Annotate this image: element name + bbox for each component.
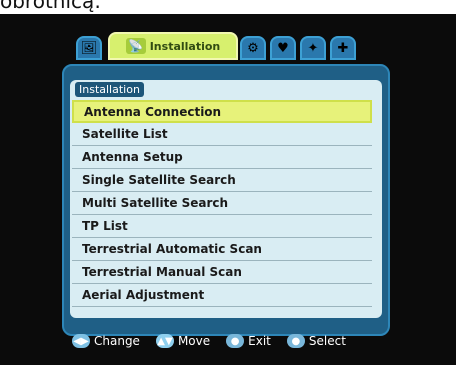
menu-item-satellite-list[interactable]: Satellite List — [72, 123, 372, 146]
left-right-arrows-icon: ◀▶ — [72, 334, 90, 348]
tools-icon: ✚ — [337, 40, 349, 56]
ok-key-icon: ● — [286, 334, 305, 348]
picture-icon: 🖼 — [80, 40, 98, 56]
menu-item-terrestrial-automatic-scan[interactable]: Terrestrial Automatic Scan — [72, 238, 372, 261]
tab-system[interactable]: ⚙ — [240, 36, 266, 60]
settings-icon: ✦ — [307, 40, 319, 56]
help-exit-label: Exit — [248, 334, 271, 348]
help-bar: ◀▶ Change ▲▼ Move ● Exit ● Select — [72, 332, 382, 350]
menu-item-single-satellite-search[interactable]: Single Satellite Search — [72, 169, 372, 192]
tv-screen: 🖼 📡 Installation ⚙ ♥ ✦ ✚ Installation An… — [0, 14, 456, 365]
tab-tools[interactable]: ✚ — [330, 36, 356, 60]
satellite-dish-icon: 📡 — [125, 38, 146, 54]
help-move-label: Move — [177, 334, 211, 348]
tab-settings[interactable]: ✦ — [300, 36, 326, 60]
exit-key-icon: ● — [226, 334, 245, 348]
menu-item-tp-list[interactable]: TP List — [72, 215, 372, 238]
menu-item-antenna-connection[interactable]: Antenna Connection — [72, 100, 372, 123]
menu-item-antenna-setup[interactable]: Antenna Setup — [72, 146, 372, 169]
caption: obrotnicą: — [0, 0, 200, 12]
system-icon: ⚙ — [247, 40, 259, 56]
help-move: ▲▼ Move — [155, 334, 211, 348]
menu-item-multi-satellite-search[interactable]: Multi Satellite Search — [72, 192, 372, 215]
help-change: ◀▶ Change — [72, 334, 140, 348]
tab-installation-label: Installation — [149, 39, 221, 53]
caption-text: obrotnicą: — [0, 0, 102, 12]
tab-installation[interactable]: 📡 Installation — [108, 32, 238, 60]
panel-title: Installation — [75, 82, 144, 97]
menu-item-terrestrial-manual-scan[interactable]: Terrestrial Manual Scan — [72, 261, 372, 284]
help-change-label: Change — [94, 334, 140, 348]
help-select-label: Select — [308, 334, 346, 348]
menu-item-aerial-adjustment[interactable]: Aerial Adjustment — [72, 284, 372, 307]
tab-picture[interactable]: 🖼 — [76, 36, 102, 60]
up-down-arrows-icon: ▲▼ — [155, 334, 174, 348]
help-exit: ● Exit — [226, 334, 271, 348]
heart-icon: ♥ — [277, 40, 289, 56]
tab-favorites[interactable]: ♥ — [270, 36, 296, 60]
installation-menu-list: Antenna Connection Satellite List Antenn… — [72, 100, 372, 307]
help-select: ● Select — [286, 334, 346, 348]
